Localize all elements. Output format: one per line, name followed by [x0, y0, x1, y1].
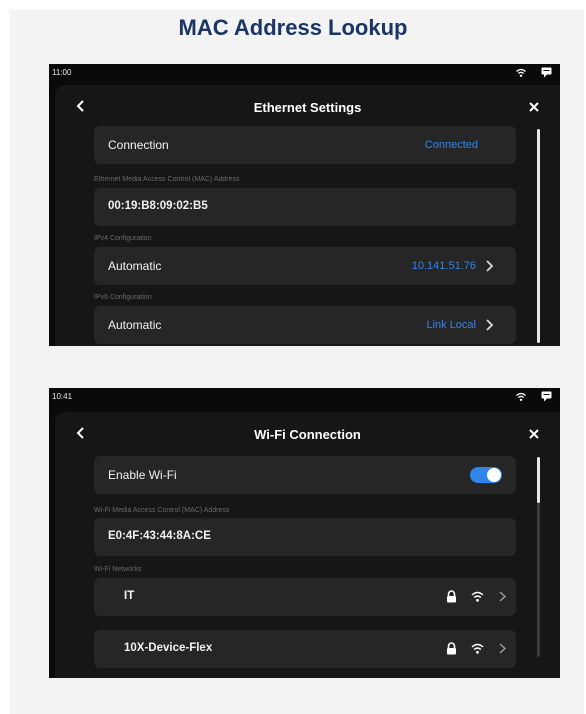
status-time: 11:00: [52, 68, 72, 77]
chevron-right-icon: [486, 319, 494, 331]
settings-panel: Wi-Fi Connection Enable Wi-Fi Wi-Fi Medi…: [55, 412, 560, 678]
scrollbar-thumb[interactable]: [537, 457, 540, 503]
status-time: 10:41: [52, 392, 73, 401]
enable-wifi-row[interactable]: Enable Wi-Fi: [94, 456, 516, 494]
ipv4-address: 10.141.51.76: [411, 260, 476, 272]
wifi-status-icon: [516, 392, 526, 401]
wifi-connection-screenshot: 10:41 Wi-Fi Connection Enable Wi-Fi Wi-F…: [49, 388, 560, 678]
wifi-icon: [471, 643, 484, 654]
status-bar: 11:00: [49, 64, 560, 84]
document-title: MAC Address Lookup: [178, 15, 408, 40]
ipv6-section-label: IPv6 Configuration: [94, 294, 152, 301]
chevron-right-icon: [499, 643, 507, 654]
ipv6-mode-label: Automatic: [108, 318, 162, 332]
ipv6-mode-value: Link Local: [426, 319, 476, 331]
wifi-mac-section-label: Wi-Fi Media Access Control (MAC) Address: [94, 507, 230, 514]
network-row[interactable]: 10X-Device-Flex: [94, 630, 516, 668]
toggle-knob: [487, 468, 501, 482]
wifi-status-icon: [516, 68, 526, 77]
chevron-right-icon: [486, 260, 494, 272]
mac-address-row: 00:19:B8:09:02:B5: [94, 188, 516, 226]
wifi-mac-address-row: E0:4F:43:44:8A:CE: [94, 518, 516, 556]
status-bar: 10:41: [49, 388, 560, 408]
connection-label: Connection: [108, 138, 169, 152]
scrollbar[interactable]: [537, 129, 540, 343]
close-icon[interactable]: [526, 426, 542, 442]
panel-title: Ethernet Settings: [253, 100, 362, 115]
panel-title: Wi-Fi Connection: [254, 427, 361, 442]
wifi-mac-address-value: E0:4F:43:44:8A:CE: [108, 530, 211, 542]
lock-icon: [447, 590, 456, 603]
enable-wifi-toggle[interactable]: [470, 467, 502, 483]
connection-row[interactable]: Connection Connected: [94, 126, 516, 164]
chevron-right-icon: [499, 591, 507, 602]
network-name: IT: [124, 590, 135, 602]
network-row[interactable]: IT: [94, 578, 516, 616]
enable-wifi-label: Enable Wi-Fi: [108, 468, 177, 482]
lock-icon: [447, 642, 456, 655]
network-name: 10X-Device-Flex: [124, 642, 213, 654]
ethernet-settings-screenshot: 11:00 Ethernet Settings Connection Conne…: [49, 64, 560, 346]
mac-address-value: 00:19:B8:09:02:B5: [108, 200, 208, 212]
close-icon[interactable]: [526, 99, 542, 115]
settings-panel: Ethernet Settings Connection Connected E…: [55, 85, 560, 346]
ipv4-row[interactable]: Automatic 10.141.51.76: [94, 247, 516, 285]
message-status-icon: [541, 67, 552, 78]
ipv4-section-label: IPv4 Configuration: [94, 235, 152, 242]
message-status-icon: [541, 391, 552, 402]
ipv4-mode-label: Automatic: [108, 259, 162, 273]
wifi-icon: [471, 591, 484, 602]
connection-status: Connected: [424, 139, 478, 151]
ipv6-row[interactable]: Automatic Link Local: [94, 306, 516, 344]
wifi-networks-label: Wi-Fi Networks: [94, 566, 142, 573]
mac-section-label: Ethernet Media Access Control (MAC) Addr…: [94, 176, 240, 183]
